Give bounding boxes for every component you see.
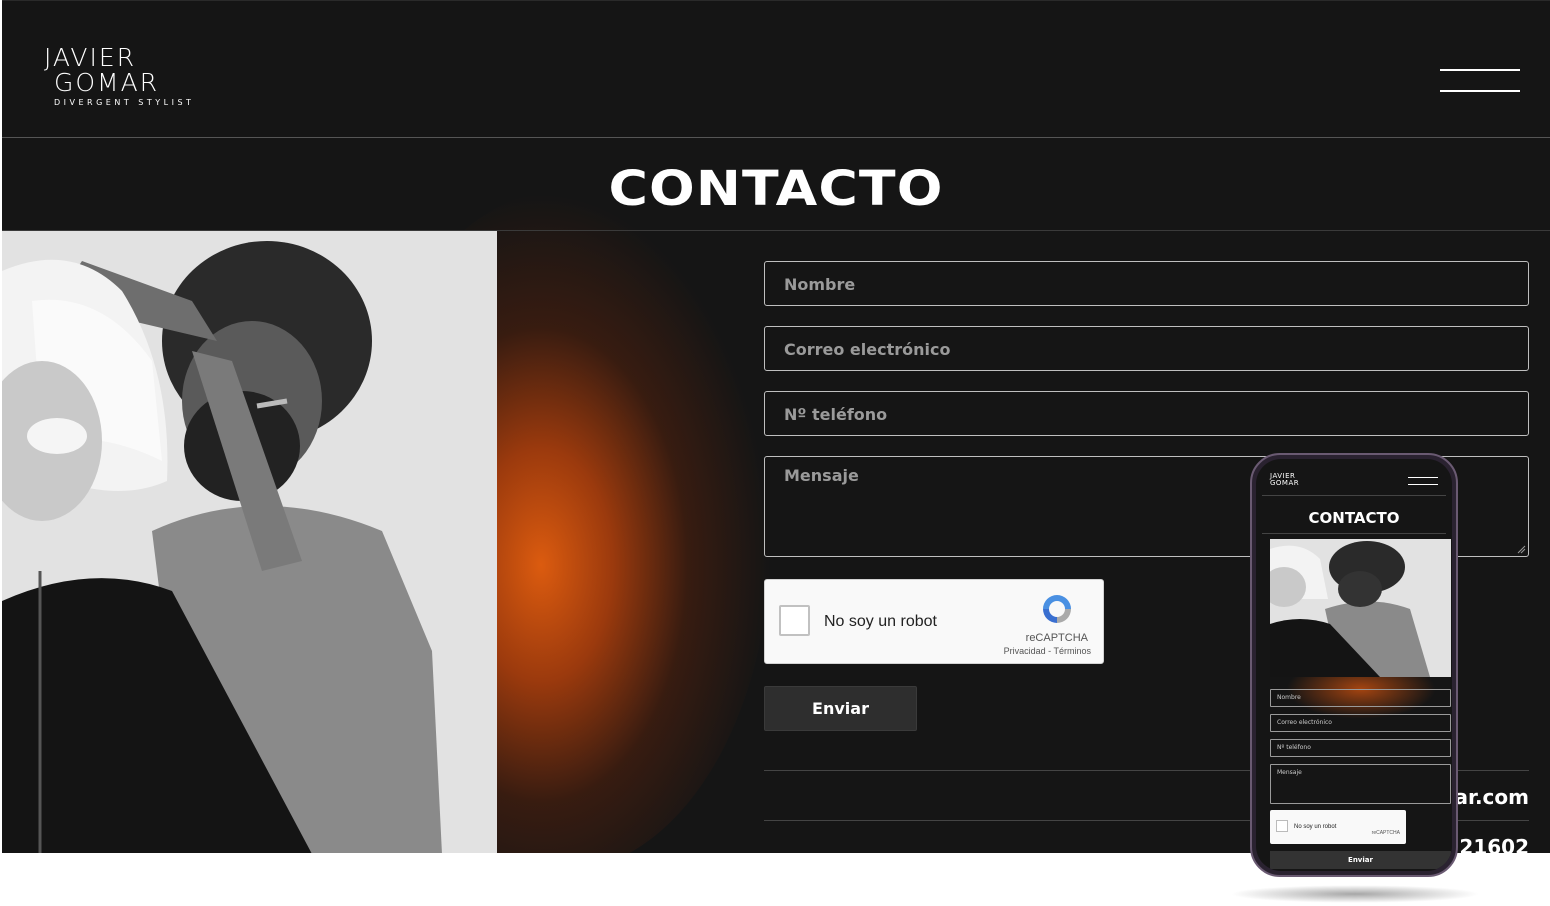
recaptcha-brand: reCAPTCHA (1025, 632, 1088, 644)
phone-shadow (1230, 885, 1480, 903)
hamburger-menu-icon[interactable] (1440, 69, 1520, 93)
mobile-divider (1262, 495, 1446, 496)
page: JAVIER GOMAR DIVERGENT STYLIST CONTACTO (0, 0, 1550, 906)
name-field[interactable]: Nombre (764, 261, 1529, 306)
mobile-recaptcha-label: No soy un robot (1294, 824, 1337, 830)
mobile-divider (1262, 533, 1446, 534)
portrait-photo (2, 231, 497, 853)
recaptcha-label: No soy un robot (824, 613, 937, 630)
site-header: JAVIER GOMAR DIVERGENT STYLIST (2, 1, 1550, 138)
mobile-phone-field: Nº teléfono (1270, 739, 1451, 757)
portrait-illustration (2, 231, 497, 853)
mobile-screen: JAVIER GOMAR CONTACTO Nombre Correo elec… (1256, 459, 1452, 871)
recaptcha-checkbox[interactable] (779, 605, 810, 636)
title-band: CONTACTO (2, 139, 1550, 231)
site-logo[interactable]: JAVIER GOMAR DIVERGENT STYLIST (44, 45, 194, 107)
phone-field[interactable]: Nº teléfono (764, 391, 1529, 436)
email-field[interactable]: Correo electrónico (764, 326, 1529, 371)
mobile-submit-button: Enviar (1270, 851, 1451, 869)
recaptcha-logo-icon (1043, 595, 1071, 623)
logo-line-2: GOMAR (54, 68, 160, 97)
mobile-page-title: CONTACTO (1308, 509, 1400, 527)
mobile-name-field: Nombre (1270, 689, 1451, 707)
contact-email[interactable]: ar.com (1454, 785, 1529, 809)
mobile-menu-bar-top (1408, 477, 1438, 478)
submit-button[interactable]: Enviar (764, 686, 917, 731)
logo-line-1: JAVIER (44, 43, 137, 72)
mobile-phone-placeholder: Nº teléfono (1277, 744, 1311, 751)
mobile-preview-device: JAVIER GOMAR CONTACTO Nombre Correo elec… (1250, 453, 1458, 877)
logo-tagline: DIVERGENT STYLIST (54, 98, 195, 107)
mobile-message-textarea: Mensaje (1270, 764, 1451, 804)
mobile-name-placeholder: Nombre (1277, 694, 1301, 701)
mobile-email-field: Correo electrónico (1270, 714, 1451, 732)
mobile-portrait-illustration (1270, 539, 1451, 677)
mobile-menu-bar-bottom (1408, 484, 1438, 485)
mobile-email-placeholder: Correo electrónico (1277, 719, 1332, 726)
mobile-hamburger-menu-icon (1408, 477, 1438, 485)
mobile-logo: JAVIER GOMAR (1270, 473, 1299, 487)
phone-placeholder: Nº teléfono (784, 405, 888, 424)
contact-phone[interactable]: 21602 (1459, 835, 1529, 853)
mobile-logo-line-2: GOMAR (1270, 479, 1300, 487)
name-placeholder: Nombre (784, 275, 856, 294)
email-placeholder: Correo electrónico (784, 340, 951, 359)
resize-handle-icon[interactable] (1517, 545, 1526, 554)
page-title: CONTACTO (608, 161, 944, 217)
mobile-message-placeholder: Mensaje (1277, 769, 1302, 776)
mobile-portrait-photo (1270, 539, 1451, 677)
message-placeholder: Mensaje (784, 466, 859, 485)
recaptcha-widget: No soy un robot reCAPTCHA Privacidad - T… (764, 579, 1104, 664)
mobile-recaptcha-widget: No soy un robot reCAPTCHA (1270, 810, 1406, 844)
menu-bar-bottom (1440, 90, 1520, 92)
menu-bar-top (1440, 69, 1520, 71)
mobile-recaptcha-checkbox (1276, 820, 1288, 832)
mobile-recaptcha-brand: reCAPTCHA (1371, 830, 1400, 836)
recaptcha-links[interactable]: Privacidad - Términos (1004, 646, 1091, 656)
